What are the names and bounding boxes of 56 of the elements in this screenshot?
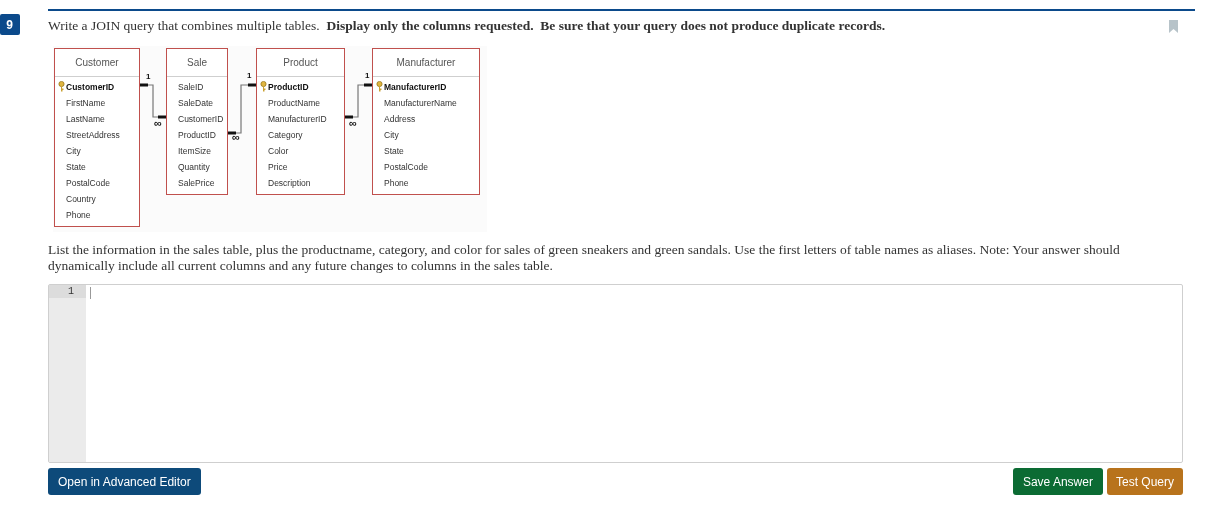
question-prompt: Write a JOIN query that combines multiple tables. Display only the columns requested. Be sure that your query does not produce duplicate records. [48,17,886,35]
field-name: City [66,146,81,156]
field-name: Phone [66,210,91,220]
one-label: 1 [365,72,370,80]
field-name: Quantity [178,162,210,172]
field-name: SaleDate [178,98,213,108]
field-name: Description [268,178,311,188]
field-name: Country [66,194,96,204]
test-query-button[interactable]: Test Query [1106,468,1183,495]
field-name: CustomerID [178,114,224,124]
field-name: CustomerID [66,82,115,92]
field-name: LastName [66,114,105,124]
field-name: ProductID [268,82,309,92]
key-icon [260,81,267,92]
many-label: ∞ [154,118,162,128]
table-title: Manufacturer [373,49,479,77]
text-cursor [90,287,91,299]
table-title: Customer [55,49,139,77]
table-title: Sale [167,49,227,77]
field-name: ManufacturerName [384,98,457,108]
save-answer-button[interactable]: Save Answer [1012,468,1103,495]
key-icon [58,81,65,92]
field-name: PostalCode [66,178,110,188]
relationship-line [140,83,166,119]
field-name: Category [268,130,303,140]
bookmark-icon[interactable] [1169,20,1178,33]
field-name: State [66,162,86,172]
code-editor[interactable]: 1 [48,284,1183,463]
field-name: ManufacturerID [268,114,327,124]
field-name: SalePrice [178,178,215,188]
relationship-line [228,83,256,135]
line-number: 1 [49,285,86,298]
field-name: ManufacturerID [384,82,447,92]
relationship-line [345,83,372,119]
field-name: Address [384,114,416,124]
field-name: ProductID [178,130,216,140]
table-title: Product [257,49,344,77]
field-name: Phone [384,178,409,188]
field-name: State [384,146,404,156]
instructions-text: List the information in the sales table, plus the productname, category, and color for sales of green sneakers and green sandals. Use the first letters of table names as aliases. Note: Your answer should dynamically include all current columns and any future changes to columns in the sales table. [48,242,1121,274]
one-label: 1 [146,73,151,81]
many-label: ∞ [232,132,240,142]
field-name: Price [268,162,288,172]
question-number: 9 [0,14,20,35]
field-name: SaleID [178,82,204,92]
field-name: PostalCode [384,162,428,172]
advanced-editor-button[interactable]: Open in Advanced Editor [48,468,201,495]
field-name: ProductName [268,98,320,108]
field-name: ItemSize [178,146,212,156]
field-name: Color [268,146,289,156]
field-name: FirstName [66,98,106,108]
field-name: StreetAddress [66,130,120,140]
one-label: 1 [247,72,252,80]
field-name: City [384,130,399,140]
key-icon [376,81,383,92]
many-label: ∞ [349,118,357,128]
